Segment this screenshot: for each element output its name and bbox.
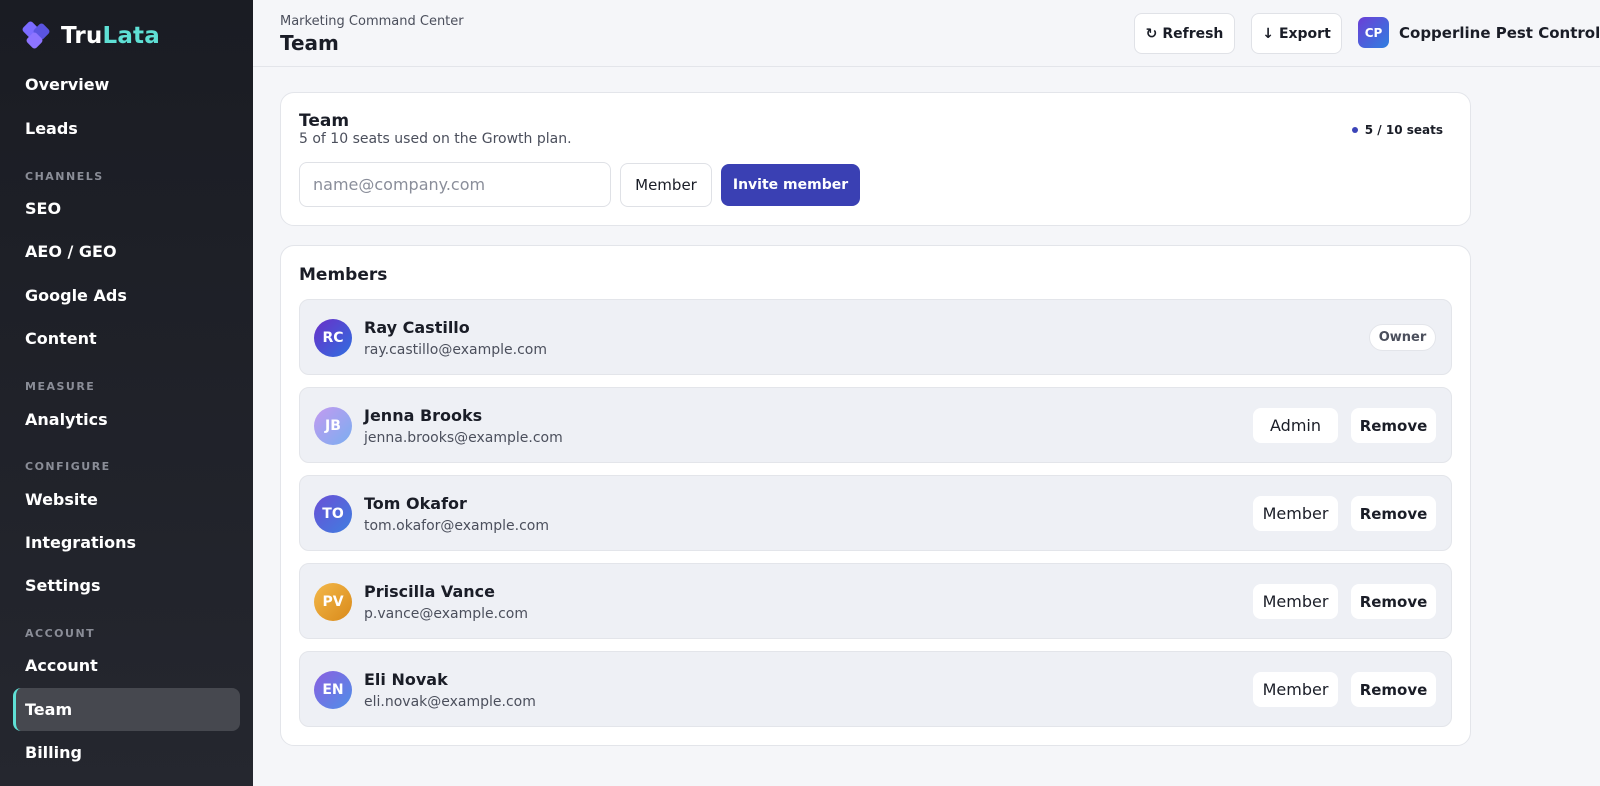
sidebar-section-channels: CHANNELS: [25, 170, 104, 183]
sidebar-item-settings[interactable]: Settings: [13, 564, 240, 607]
sidebar-section-measure: MEASURE: [25, 380, 96, 393]
member-role-select[interactable]: Member: [1253, 584, 1338, 619]
remove-member-button[interactable]: Remove: [1351, 408, 1436, 443]
refresh-icon: ↻: [1145, 25, 1158, 42]
invite-role-select[interactable]: Member: [620, 163, 712, 207]
download-icon: ↓: [1262, 25, 1274, 42]
member-row: TO Tom Okafor tom.okafor@example.com Mem…: [299, 475, 1452, 551]
sidebar-item-content[interactable]: Content: [13, 317, 240, 360]
team-card-title: Team: [299, 111, 350, 131]
brand-mark-icon: [21, 20, 51, 50]
avatar: JB: [314, 407, 352, 445]
sidebar-item-website[interactable]: Website: [13, 478, 240, 521]
seats-dot-icon: [1351, 127, 1358, 133]
member-row: JB Jenna Brooks jenna.brooks@example.com…: [299, 387, 1452, 463]
remove-member-button[interactable]: Remove: [1351, 584, 1436, 619]
sidebar-item-leads[interactable]: Leads: [13, 107, 240, 150]
invite-member-button[interactable]: Invite member: [721, 164, 860, 206]
member-email: eli.novak@example.com: [364, 694, 536, 710]
avatar: PV: [314, 583, 352, 621]
sidebar-item-aeo-geo[interactable]: AEO / GEO: [13, 230, 240, 273]
member-role-select[interactable]: Member: [1253, 496, 1338, 531]
page-title: Team: [280, 31, 339, 55]
member-email: tom.okafor@example.com: [364, 518, 550, 534]
sidebar-item-analytics[interactable]: Analytics: [13, 398, 240, 441]
sidebar-section-configure: CONFIGURE: [25, 460, 111, 473]
member-name: Ray Castillo: [364, 318, 470, 337]
org-switcher[interactable]: CP Copperline Pest Control: [1358, 17, 1600, 48]
member-name: Priscilla Vance: [364, 582, 495, 601]
member-row: RC Ray Castillo ray.castillo@example.com…: [299, 299, 1452, 375]
export-label: Export: [1278, 25, 1331, 42]
seats-badge: 5 / 10 seats: [1351, 123, 1443, 137]
avatar: RC: [314, 319, 352, 357]
team-card-subtitle: 5 of 10 seats used on the Growth plan.: [299, 131, 572, 147]
sidebar-item-account[interactable]: Account: [13, 644, 240, 687]
org-avatar: CP: [1358, 17, 1389, 48]
member-email: jenna.brooks@example.com: [364, 430, 563, 446]
avatar: TO: [314, 495, 352, 533]
sidebar-item-team[interactable]: Team: [13, 688, 240, 731]
avatar: EN: [314, 671, 352, 709]
refresh-label: Refresh: [1162, 25, 1224, 42]
sidebar-item-billing[interactable]: Billing: [13, 731, 240, 774]
member-email: p.vance@example.com: [364, 606, 528, 622]
sidebar-item-google-ads[interactable]: Google Ads: [13, 274, 240, 317]
sidebar-item-overview[interactable]: Overview: [13, 63, 240, 106]
member-email: ray.castillo@example.com: [364, 342, 547, 358]
header-subtitle: Marketing Command Center: [280, 14, 464, 29]
sidebar-section-account: ACCOUNT: [25, 627, 96, 640]
brand-name: TruLata: [61, 23, 160, 49]
brand-logo[interactable]: TruLata: [21, 20, 160, 50]
export-button[interactable]: ↓ Export: [1251, 13, 1342, 54]
member-name: Eli Novak: [364, 670, 448, 689]
member-role-select[interactable]: Member: [1253, 672, 1338, 707]
sidebar: TruLata Overview Leads CHANNELS SEO AEO …: [0, 0, 253, 786]
member-row: PV Priscilla Vance p.vance@example.com M…: [299, 563, 1452, 639]
remove-member-button[interactable]: Remove: [1351, 672, 1436, 707]
org-name: Copperline Pest Control: [1399, 23, 1600, 42]
member-name: Tom Okafor: [364, 494, 467, 513]
seats-label: 5 / 10 seats: [1364, 123, 1443, 137]
members-card: Members RC Ray Castillo ray.castillo@exa…: [280, 245, 1471, 746]
members-card-title: Members: [299, 265, 388, 285]
member-row: EN Eli Novak eli.novak@example.com Membe…: [299, 651, 1452, 727]
sidebar-item-integrations[interactable]: Integrations: [13, 521, 240, 564]
member-name: Jenna Brooks: [364, 406, 483, 425]
member-role-select[interactable]: Admin: [1253, 408, 1338, 443]
owner-badge: Owner: [1369, 324, 1436, 351]
team-card: Team 5 of 10 seats used on the Growth pl…: [280, 92, 1471, 226]
remove-member-button[interactable]: Remove: [1351, 496, 1436, 531]
page-header: Marketing Command Center Team ↻ Refresh …: [253, 0, 1600, 67]
refresh-button[interactable]: ↻ Refresh: [1134, 13, 1235, 54]
invite-email-input[interactable]: [299, 162, 611, 207]
sidebar-item-seo[interactable]: SEO: [13, 187, 240, 230]
